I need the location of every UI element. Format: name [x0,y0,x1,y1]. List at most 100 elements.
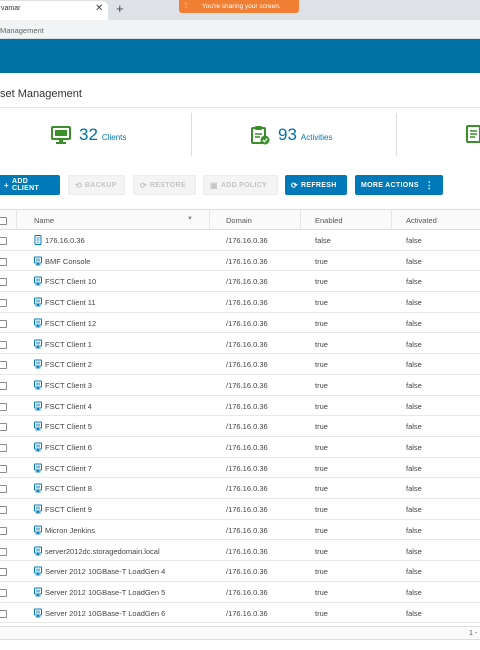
row-name[interactable]: FSCT Client 7 [45,464,92,473]
row-checkbox[interactable] [0,506,7,515]
row-enabled: true [315,567,328,577]
row-checkbox[interactable] [0,568,7,577]
column-header-domain[interactable]: Domain [226,216,252,225]
row-name[interactable]: FSCT Client 10 [45,277,96,286]
row-domain: /176.16.0.36 [226,236,268,245]
row-checkbox[interactable] [0,609,7,618]
screen-share-banner: ⋮ You're sharing your screen. [179,0,299,13]
backup-button[interactable]: ⟲ BACKUP [68,175,125,195]
close-icon[interactable]: ✕ [95,3,103,14]
row-name[interactable]: Server 2012 10GBase-T LoadGen 6 [45,609,165,618]
row-name[interactable]: FSCT Client 1 [45,340,92,349]
restore-button[interactable]: ⟳ RESTORE [133,175,196,195]
row-checkbox[interactable] [0,485,7,494]
row-checkbox[interactable] [0,340,7,349]
row-checkbox[interactable] [0,444,7,452]
add-policy-button[interactable]: ▣ ADD POLICY [203,175,278,195]
address-bar[interactable]: Management [0,20,480,39]
table-row[interactable]: Server 2012 10GBase-T LoadGen 4/176.16.0… [0,561,480,582]
row-name[interactable]: Micron Jenkins [45,526,95,535]
row-activated: false [406,256,422,266]
table-row[interactable]: Server 2012 10GBase-T LoadGen 6/176.16.0… [0,603,480,624]
row-checkbox[interactable] [0,361,7,370]
drag-handle-icon[interactable]: ⋮ [183,2,189,9]
row-domain: /176.16.0.36 [226,546,268,556]
row-activated: false [406,360,422,370]
row-checkbox[interactable] [0,464,7,473]
select-all-checkbox[interactable] [0,217,7,225]
server-icon [34,235,42,245]
row-name[interactable]: FSCT Client 5 [45,422,92,431]
row-name[interactable]: server2012dc.storagedomain.local [45,547,160,556]
row-activated: false [406,422,422,432]
table-row[interactable]: FSCT Client 7/176.16.0.36 true false [0,458,480,479]
table-row[interactable]: Micron Jenkins/176.16.0.36 true false [0,520,480,541]
table-row[interactable]: FSCT Client 4/176.16.0.36 true false [0,396,480,417]
table-row[interactable]: FSCT Client 3/176.16.0.36 true false [0,375,480,396]
row-checkbox[interactable] [0,381,7,390]
row-checkbox[interactable] [0,237,7,245]
row-name[interactable]: 176.16.0.36 [45,236,85,245]
row-name[interactable]: FSCT Client 4 [45,402,92,411]
row-name[interactable]: BMF Console [45,257,90,266]
row-checkbox[interactable] [0,423,7,432]
row-activated: false [406,546,422,556]
row-name[interactable]: FSCT Client 3 [45,381,92,390]
client-icon [34,380,42,390]
column-header-name[interactable]: Name [34,216,54,225]
table-row[interactable]: 176.16.0.36/176.16.0.36 false false [0,230,480,251]
row-name[interactable]: Server 2012 10GBase-T LoadGen 4 [45,567,165,576]
table-row[interactable]: FSCT Client 9/176.16.0.36 true false [0,499,480,520]
row-checkbox[interactable] [0,526,7,535]
row-name[interactable]: FSCT Client 12 [45,319,96,328]
column-header-activated[interactable]: Activated [406,216,437,225]
table-row[interactable]: FSCT Client 8/176.16.0.36 true false [0,478,480,500]
row-name[interactable]: FSCT Client 11 [45,298,96,307]
row-domain: /176.16.0.36 [226,318,268,328]
table-row[interactable]: FSCT Client 10/176.16.0.36 true false [0,271,480,293]
row-activated: false [406,463,422,473]
row-checkbox[interactable] [0,278,7,287]
row-activated: false [406,525,422,535]
column-header-enabled[interactable]: Enabled [315,216,343,225]
table-row[interactable]: FSCT Client 12/176.16.0.36 true false [0,313,480,334]
row-name[interactable]: Server 2012 10GBase-T LoadGen 5 [45,588,165,597]
row-name[interactable]: FSCT Client 8 [45,484,92,493]
client-icon [34,504,42,514]
add-client-button[interactable]: + ADD CLIENT [0,175,60,195]
table-row[interactable]: Server 2012 10GBase-T LoadGen 5/176.16.0… [0,582,480,603]
row-enabled: true [315,484,328,494]
row-checkbox[interactable] [0,257,7,266]
row-checkbox[interactable] [0,402,7,411]
browser-tab[interactable]: vamar ✕ [0,1,108,20]
table-row[interactable]: FSCT Client 2/176.16.0.36 true false [0,354,480,375]
row-checkbox[interactable] [0,299,7,308]
policies-summary[interactable] [465,122,480,146]
row-enabled: true [315,380,328,390]
table-row[interactable]: FSCT Client 1/176.16.0.36 true false [0,334,480,355]
client-icon [34,359,42,369]
table-row[interactable]: BMF Console/176.16.0.36 true false [0,251,480,272]
table-row[interactable]: FSCT Client 5/176.16.0.36 true false [0,416,480,437]
row-enabled: true [315,463,328,473]
new-tab-icon[interactable]: + [116,1,124,16]
activities-summary[interactable]: 93 Activities [250,123,332,147]
client-icon [34,421,42,431]
table-row[interactable]: FSCT Client 11/176.16.0.36 true false [0,292,480,313]
restore-icon: ⟳ [140,180,148,190]
table-row[interactable]: server2012dc.storagedomain.local/176.16.… [0,541,480,562]
row-name[interactable]: FSCT Client 9 [45,505,92,514]
client-icon [34,318,42,328]
clients-summary[interactable]: 32 Clients [51,123,126,147]
table-row[interactable]: FSCT Client 6/176.16.0.36 true false [0,437,480,458]
more-actions-button[interactable]: MORE ACTIONS ⋮ [355,175,443,195]
row-checkbox[interactable] [0,588,7,597]
row-name[interactable]: FSCT Client 2 [45,360,92,369]
sort-down-icon[interactable]: ▼ [187,216,193,222]
row-checkbox[interactable] [0,319,7,328]
row-enabled: true [315,587,328,597]
refresh-button[interactable]: ⟳ REFRESH [285,175,347,195]
divider [0,107,480,108]
row-checkbox[interactable] [0,547,7,556]
row-name[interactable]: FSCT Client 6 [45,443,92,452]
